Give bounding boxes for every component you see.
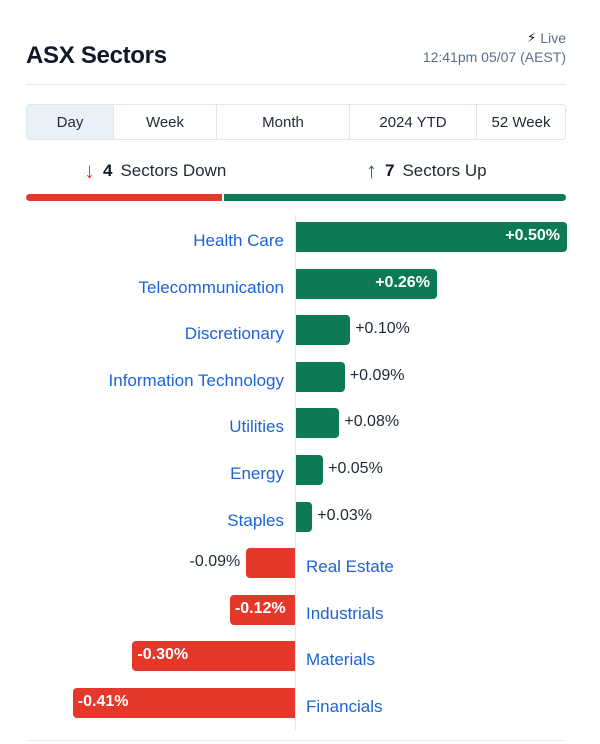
tab-week[interactable]: Week (114, 105, 217, 139)
value-label: +0.50% (505, 227, 560, 244)
bar-real-estate (246, 548, 295, 579)
sectors-down: ↓ 4 Sectors Down (84, 158, 226, 184)
sector-label[interactable]: Utilities (229, 417, 284, 437)
value-label: -0.09% (189, 553, 241, 571)
lightning-bolt-icon: ⚡︎ (527, 30, 537, 45)
tab-day[interactable]: Day (27, 105, 114, 139)
value-label: -0.41% (77, 693, 129, 710)
sector-label[interactable]: Telecommunication (138, 278, 284, 298)
arrow-down-icon: ↓ (84, 158, 95, 183)
value-label: +0.26% (375, 273, 430, 291)
period-tabs: Day Week Month 2024 YTD 52 Week (26, 104, 566, 140)
live-label: Live (540, 30, 566, 46)
sector-label[interactable]: Health Care (193, 231, 284, 251)
sector-label[interactable]: Staples (227, 511, 284, 531)
sector-label[interactable]: Industrials (306, 604, 383, 624)
sector-bar-chart: Health Care +0.50% Telecommunication +0.26%… (0, 215, 600, 730)
value-label: +0.03% (317, 506, 372, 524)
tab-52-week[interactable]: 52 Week (477, 105, 565, 139)
live-indicator: ⚡︎ Live (527, 30, 566, 46)
value-label: +0.10% (355, 320, 410, 338)
value-label: -0.30% (137, 646, 189, 664)
sectors-up: ↑ 7 Sectors Up (366, 158, 487, 184)
sector-summary: ↓ 4 Sectors Down ↑ 7 Sectors Up (26, 158, 566, 184)
up-count: 7 (385, 161, 395, 180)
bar-discretionary (296, 315, 351, 346)
bar-staples (296, 501, 313, 532)
ratio-up-segment (223, 194, 566, 201)
sector-label[interactable]: Information Technology (109, 371, 284, 391)
bar-energy (296, 455, 324, 485)
page-title: ASX Sectors (26, 42, 167, 69)
up-down-ratio-bar (26, 194, 566, 201)
value-label: +0.09% (349, 366, 405, 384)
header: ASX Sectors ⚡︎ Live 12:41pm 05/07 (AEST) (26, 28, 566, 85)
timestamp: 12:41pm 05/07 (AEST) (422, 49, 566, 65)
arrow-up-icon: ↑ (366, 158, 377, 183)
up-label: Sectors Up (402, 161, 487, 180)
divider (26, 740, 566, 741)
ratio-down-segment (26, 194, 222, 201)
sector-label[interactable]: Real Estate (306, 557, 394, 577)
bar-utilities (296, 408, 340, 439)
value-label: -0.12% (234, 599, 286, 617)
sector-label[interactable]: Energy (230, 464, 284, 484)
value-label: +0.08% (344, 413, 400, 431)
down-label: Sectors Down (120, 161, 227, 180)
sector-label[interactable]: Financials (306, 697, 383, 717)
sector-label[interactable]: Materials (306, 650, 375, 670)
sector-label[interactable]: Discretionary (185, 324, 284, 344)
tab-ytd[interactable]: 2024 YTD (350, 105, 477, 139)
bar-information-technology (296, 361, 345, 392)
tab-month[interactable]: Month (217, 105, 350, 139)
down-count: 4 (103, 161, 113, 180)
value-label: +0.05% (328, 460, 383, 477)
